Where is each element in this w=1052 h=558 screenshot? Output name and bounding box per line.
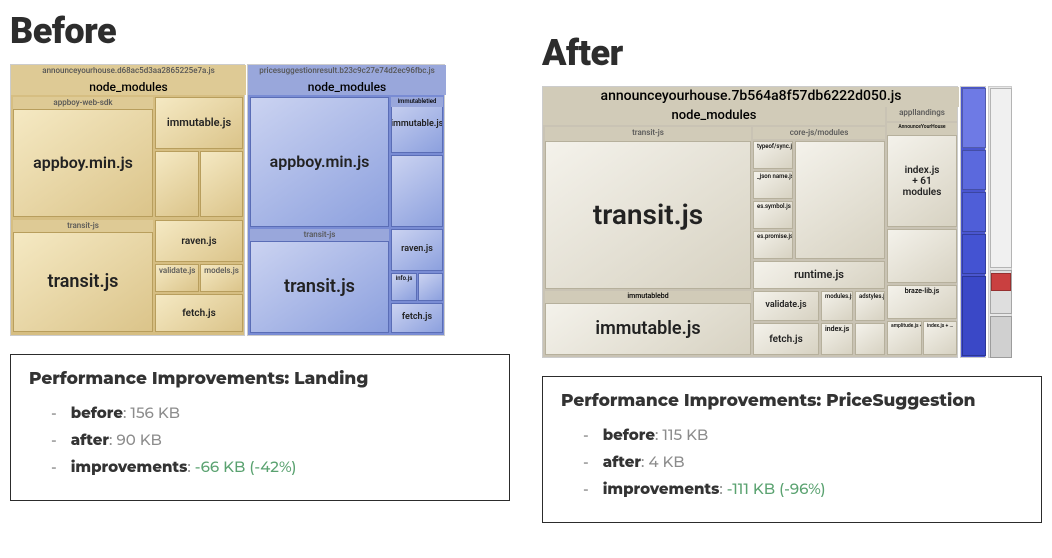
appboy-header: appboy-web-sdk	[13, 97, 153, 109]
module-promise: es.promise.js	[753, 231, 793, 259]
module-fetch: fetch.js	[155, 294, 243, 332]
module-typeof: typeof/sync.js	[753, 141, 793, 169]
before-heading: Before	[10, 10, 510, 52]
module-appboy: appboy.min.js	[250, 97, 389, 227]
module-fetch: fetch.js	[753, 323, 819, 355]
after-bundle-side-blue	[960, 86, 986, 358]
after-treemap-container: announceyourhouse.7b564a8f57db6222d050.j…	[542, 86, 1042, 358]
module-json: _json name.js	[753, 171, 793, 199]
node-modules-label: node_modules	[248, 79, 446, 95]
bundle-file-label: announceyourhouse.d68ac5d3aa2865225e7a.j…	[11, 65, 246, 79]
before-column: Before announceyourhouse.d68ac5d3aa28652…	[10, 10, 510, 523]
module-adstyles: adstyles.js	[855, 291, 885, 321]
module-raven: raven.js	[155, 220, 243, 262]
before-bundle-blue: pricesuggestionresult.b23c9c27e74d2ec96f…	[247, 64, 445, 336]
module-models: models.js	[200, 264, 243, 292]
applandings-header: appllandings	[887, 107, 957, 121]
module-fill-b	[418, 273, 443, 301]
bundle-file-label: pricesuggestionresult.b23c9c27e74d2ec96f…	[248, 65, 446, 79]
transit-inner-header: transit-js	[13, 220, 153, 232]
after-bundle-side-gray	[988, 86, 1012, 358]
stats-landing: Performance Improvements: Landing - befo…	[10, 354, 510, 501]
bundle-file-label: announceyourhouse.7b564a8f57db6222d050.j…	[543, 87, 959, 107]
module-small-a	[391, 155, 443, 227]
module-amplitude: amplitude.js + 3 modules	[887, 321, 922, 355]
module-info: info.js	[391, 273, 417, 301]
module-fetch: fetch.js	[391, 303, 443, 333]
stats-row-after: - after: 4 KB	[561, 448, 1023, 475]
announceY-header: AnnounceYourHouse	[887, 123, 957, 135]
stats-title: Performance Improvements: PriceSuggestio…	[561, 391, 1023, 411]
module-transit: transit.js	[545, 141, 751, 289]
module-braze: braze-lib.js	[887, 285, 957, 319]
module-corejs-grid	[795, 141, 885, 259]
stats-row-improvements: - improvements: -111 KB (-96%)	[561, 475, 1023, 502]
immutable-header: immutablebd	[545, 291, 751, 303]
after-heading: After	[542, 32, 1042, 74]
module-runtime: runtime.js	[753, 261, 885, 289]
module-transit: transit.js	[250, 241, 389, 333]
corejs-header: core-js/modules	[753, 127, 885, 139]
module-appboy: appboy.min.js	[13, 109, 153, 217]
before-bundle-tan: announceyourhouse.d68ac5d3aa2865225e7a.j…	[10, 64, 245, 336]
before-treemap-container: announceyourhouse.d68ac5d3aa2865225e7a.j…	[10, 64, 510, 336]
after-column: After announceyourhouse.7b564a8f57db6222…	[542, 10, 1042, 523]
node-modules-label: node_modules	[543, 107, 885, 125]
module-small-a	[155, 151, 199, 217]
stats-row-before: - before: 156 KB	[29, 399, 491, 426]
node-modules-label: node_modules	[11, 79, 246, 95]
module-validate: validate.js	[753, 291, 819, 321]
module-immutable: immutable.js	[155, 97, 243, 149]
transit-header: transit-js	[545, 127, 751, 141]
module-symbol: es.symbol.js	[753, 201, 793, 229]
stats-price: Performance Improvements: PriceSuggestio…	[542, 376, 1042, 523]
stats-title: Performance Improvements: Landing	[29, 369, 491, 389]
module-indexmodules: index.js + 61 modules	[887, 135, 957, 227]
module-raven: raven.js	[391, 229, 443, 271]
transit-inner-header: transit-js	[250, 229, 389, 241]
immutabletied-label: immutabletied	[391, 97, 443, 107]
module-transit: transit.js	[13, 232, 153, 332]
stats-row-before: - before: 115 KB	[561, 421, 1023, 448]
module-validate: validate.js	[155, 264, 199, 292]
module-index: index.js	[821, 323, 853, 355]
after-bundle-main: announceyourhouse.7b564a8f57db6222d050.j…	[542, 86, 958, 358]
stats-row-improvements: - improvements: -66 KB (-42%)	[29, 453, 491, 480]
module-indexjs: index.js + …	[923, 321, 957, 355]
module-small-b	[200, 151, 243, 217]
module-modules: modules.js	[821, 291, 853, 321]
stats-row-after: - after: 90 KB	[29, 426, 491, 453]
module-small-fill	[855, 323, 885, 355]
module-immutable: immutable.js	[545, 303, 751, 355]
module-right-fill	[887, 229, 957, 283]
